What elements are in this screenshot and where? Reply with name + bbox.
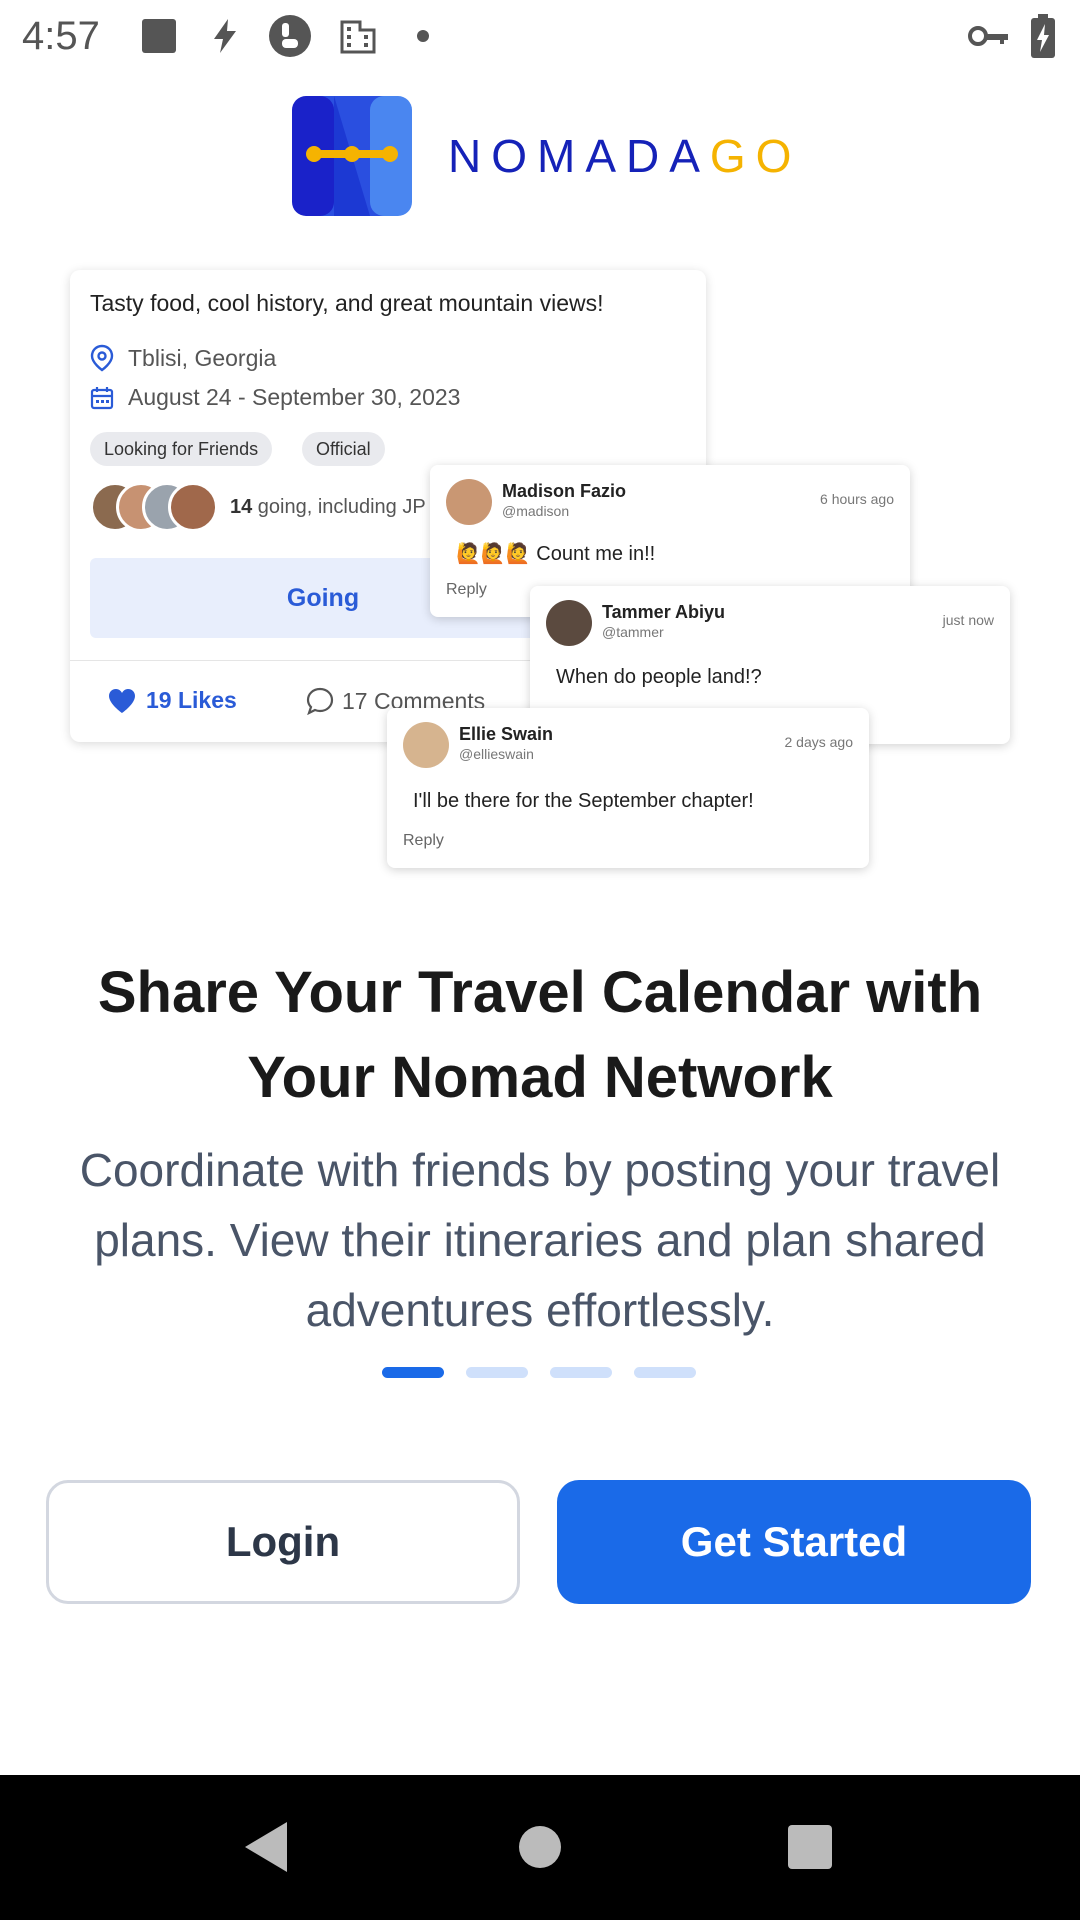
tag-official: Official [302,432,385,466]
page-dot-active[interactable] [382,1367,444,1378]
logo-wordmark-main: NOMADA [448,130,710,182]
likes-button[interactable]: 19 Likes [108,687,237,714]
likes-label: 19 Likes [146,687,237,713]
calendar-icon [90,386,114,409]
comment-card-ellie: Ellie Swain @ellieswain 2 days ago I'll … [387,708,869,868]
comment-time: 6 hours ago [820,491,894,507]
comment-author: Madison Fazio [502,481,627,501]
page-dot[interactable] [466,1367,528,1378]
avatar [403,722,449,768]
comment-body: When do people land!? [556,666,762,688]
back-icon[interactable] [236,1817,296,1877]
comment-author: Tammer Abiyu [602,602,726,622]
notification-square-icon [140,16,178,56]
building-icon [338,16,378,56]
dot-icon [416,16,430,56]
attendee-avatars [90,482,220,532]
system-nav-bar [0,1775,1080,1920]
comment-bubble-icon [306,687,334,715]
event-dates: August 24 - September 30, 2023 [90,384,460,411]
flash-icon [206,16,244,56]
comment-time: just now [942,612,994,628]
comment-handle: @madison [502,503,570,519]
logo-wordmark: NOMADAGO [448,129,801,183]
page-dot[interactable] [634,1367,696,1378]
onboarding-subtext: Coordinate with friends by posting your … [79,1144,1001,1336]
going-summary: 14 going, including JP [230,496,426,519]
battery-charging-icon [1030,14,1056,58]
avatar [168,482,218,532]
status-time: 4:57 [22,14,100,58]
vpn-key-icon [968,16,1010,56]
hero-illustration: Tasty food, cool history, and great moun… [0,270,1080,880]
recents-icon[interactable] [780,1817,840,1877]
status-bar: 4:57 [0,0,1080,72]
onboarding-headline: Share Your Travel Calendar with Your Nom… [97,960,983,1110]
event-location: Tblisi, Georgia [90,344,276,372]
event-location-text: Tblisi, Georgia [128,344,277,371]
tag-looking-for-friends: Looking for Friends [90,432,273,466]
comment-body: I'll be there for the September chapter! [413,790,754,812]
app-circle-icon [268,15,312,57]
get-started-button[interactable]: Get Started [557,1480,1031,1604]
comment-time: 2 days ago [784,734,854,750]
avatar [446,479,492,525]
page-indicator [382,1367,718,1378]
login-button[interactable]: Login [46,1480,520,1604]
event-dates-text: August 24 - September 30, 2023 [128,384,461,410]
comment-handle: @tammer [602,624,664,640]
comment-author: Ellie Swain [459,724,554,744]
heart-icon [109,688,135,713]
avatar [546,600,592,646]
page-dot[interactable] [550,1367,612,1378]
going-text: going, including JP [252,496,426,518]
comment-handle: @ellieswain [459,746,534,762]
location-pin-icon [90,344,114,372]
reply-link[interactable]: Reply [446,581,487,599]
app-logo: NOMADAGO [290,94,801,218]
going-count: 14 [230,496,253,518]
logo-wordmark-accent: GO [709,130,802,182]
home-icon[interactable] [510,1817,570,1877]
event-description: Tasty food, cool history, and great moun… [90,290,604,316]
comment-body: 🙋🙋🙋 Count me in!! [456,543,656,565]
nomadago-logo-icon [292,96,412,216]
reply-link[interactable]: Reply [403,832,444,850]
